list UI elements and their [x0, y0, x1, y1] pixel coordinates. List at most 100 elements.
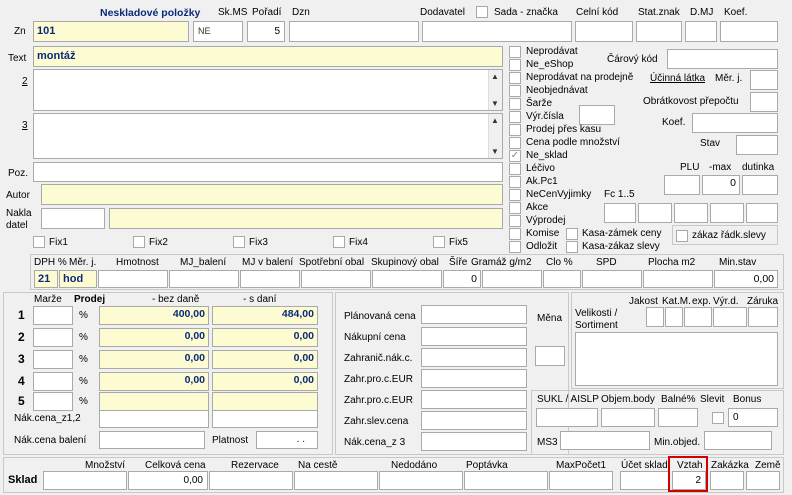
koef-right-input[interactable] — [692, 113, 778, 133]
nakcena-z3-input[interactable] — [421, 432, 527, 451]
text3-textarea[interactable]: ▲ ▼ — [33, 113, 503, 159]
skms-input[interactable]: NE — [193, 21, 243, 42]
marze-input[interactable] — [33, 306, 73, 325]
autor-input[interactable] — [41, 184, 503, 205]
celkova-input[interactable]: 0,00 — [128, 471, 208, 490]
zahr-pro-eur2-input[interactable] — [421, 390, 527, 409]
nakcena-baleni-input[interactable] — [99, 431, 205, 449]
text-input[interactable]: montáž — [33, 46, 503, 67]
ne-sklad-checkbox[interactable]: ✓ — [509, 150, 521, 162]
necenvyjimky-checkbox[interactable] — [509, 189, 521, 201]
spd-input[interactable] — [582, 270, 642, 288]
gramaz-input[interactable] — [482, 270, 542, 288]
poradi-input[interactable]: 5 — [247, 21, 285, 42]
zahr-pro-eur-input[interactable] — [421, 369, 527, 388]
zakazka-input[interactable] — [710, 471, 744, 490]
obratkovost-input[interactable] — [750, 92, 778, 112]
clo-input[interactable] — [543, 270, 581, 288]
marze-input[interactable] — [33, 328, 73, 347]
naceste-input[interactable] — [294, 471, 378, 490]
fc3-input[interactable] — [674, 203, 708, 223]
fix2-checkbox[interactable] — [133, 236, 145, 248]
stav-input[interactable] — [736, 135, 778, 155]
zn-input[interactable]: 101 — [33, 21, 189, 42]
mnozstvi-input[interactable] — [43, 471, 127, 490]
poptavka-input[interactable] — [464, 471, 548, 490]
velikosti-textarea[interactable] — [575, 332, 778, 386]
katm-input[interactable] — [665, 307, 683, 327]
spotrebni-input[interactable] — [301, 270, 371, 288]
maxpocet-input[interactable] — [549, 471, 613, 490]
hmotnost-input[interactable] — [98, 270, 168, 288]
ucinna-label[interactable]: Účinná látka — [650, 73, 705, 85]
minobjed-input[interactable] — [704, 431, 772, 450]
sukl-input[interactable] — [536, 408, 598, 427]
price-bez-dane-input[interactable]: 0,00 — [99, 328, 209, 347]
koef-input[interactable] — [720, 21, 778, 42]
neobjednavat-checkbox[interactable] — [509, 85, 521, 97]
mjvbaleni-input[interactable] — [240, 270, 300, 288]
skupinovy-input[interactable] — [372, 270, 442, 288]
bonus-input[interactable]: 0 — [728, 408, 778, 427]
price-s-dani-input[interactable]: 0,00 — [212, 350, 318, 369]
slevit-checkbox[interactable] — [712, 412, 724, 424]
fix3-checkbox[interactable] — [233, 236, 245, 248]
balne-input[interactable] — [658, 408, 698, 427]
scroll-down-icon[interactable]: ▼ — [491, 147, 499, 156]
price-bez-dane-input[interactable]: 0,00 — [99, 350, 209, 369]
price-s-dani-input[interactable] — [212, 392, 318, 411]
neprodavat-prodejne-checkbox[interactable] — [509, 72, 521, 84]
merj-input[interactable] — [750, 70, 778, 90]
fc1-input[interactable] — [604, 203, 636, 223]
ms3-input[interactable] — [560, 431, 650, 450]
sada-checkbox[interactable] — [476, 6, 488, 18]
zahr-slev-input[interactable] — [421, 411, 527, 430]
zahranic-input[interactable] — [421, 348, 527, 367]
carovy-input[interactable] — [667, 49, 778, 69]
price-s-dani-input[interactable]: 0,00 — [212, 372, 318, 391]
kasa-zakaz-checkbox[interactable] — [566, 241, 578, 253]
ne-eshop-checkbox[interactable] — [509, 59, 521, 71]
exp-input[interactable] — [684, 307, 712, 327]
sire-input[interactable]: 0 — [443, 270, 481, 288]
fc4-input[interactable] — [710, 203, 744, 223]
mena-input[interactable] — [535, 346, 565, 366]
price-bez-dane-input[interactable]: 400,00 — [99, 306, 209, 325]
sarze-checkbox[interactable] — [509, 98, 521, 110]
fix1-checkbox[interactable] — [33, 236, 45, 248]
akpc1-checkbox[interactable] — [509, 176, 521, 188]
kasa-zamek-checkbox[interactable] — [566, 228, 578, 240]
dph-input[interactable]: 21 — [34, 270, 58, 288]
prodej-pres-kasu-checkbox[interactable] — [509, 124, 521, 136]
marze-input[interactable] — [33, 350, 73, 369]
vyrd-input[interactable] — [713, 307, 747, 327]
nedodano-input[interactable] — [379, 471, 463, 490]
celni-input[interactable] — [575, 21, 633, 42]
planovana-input[interactable] — [421, 305, 527, 324]
fc2-input[interactable] — [638, 203, 672, 223]
plocha-input[interactable] — [643, 270, 713, 288]
mj-input[interactable]: hod — [59, 270, 97, 288]
price-s-dani-input[interactable]: 0,00 — [212, 328, 318, 347]
statznak-input[interactable] — [636, 21, 682, 42]
cena-podle-checkbox[interactable] — [509, 137, 521, 149]
objem-input[interactable] — [601, 408, 655, 427]
odlozit-checkbox[interactable] — [509, 241, 521, 253]
vyprodej-checkbox[interactable] — [509, 215, 521, 227]
minstav-input[interactable]: 0,00 — [714, 270, 778, 288]
scroll-down-icon[interactable]: ▼ — [491, 99, 499, 108]
poz-input[interactable] — [33, 162, 503, 182]
dmj-input[interactable] — [685, 21, 717, 42]
marze-input[interactable] — [33, 392, 73, 411]
nakcena-z12-input-2[interactable] — [212, 410, 318, 428]
marze-input[interactable] — [33, 372, 73, 391]
fc5-input[interactable] — [746, 203, 778, 223]
nakupni-input[interactable] — [421, 327, 527, 346]
scroll-up-icon[interactable]: ▲ — [491, 72, 499, 81]
platnost-input[interactable]: . . — [256, 431, 318, 449]
akce-checkbox[interactable] — [509, 202, 521, 214]
dzn-input[interactable] — [289, 21, 419, 42]
vyrcisla-checkbox[interactable] — [509, 111, 521, 123]
dutinka-input[interactable] — [742, 175, 778, 195]
nakladatel-code-input[interactable] — [41, 208, 105, 229]
